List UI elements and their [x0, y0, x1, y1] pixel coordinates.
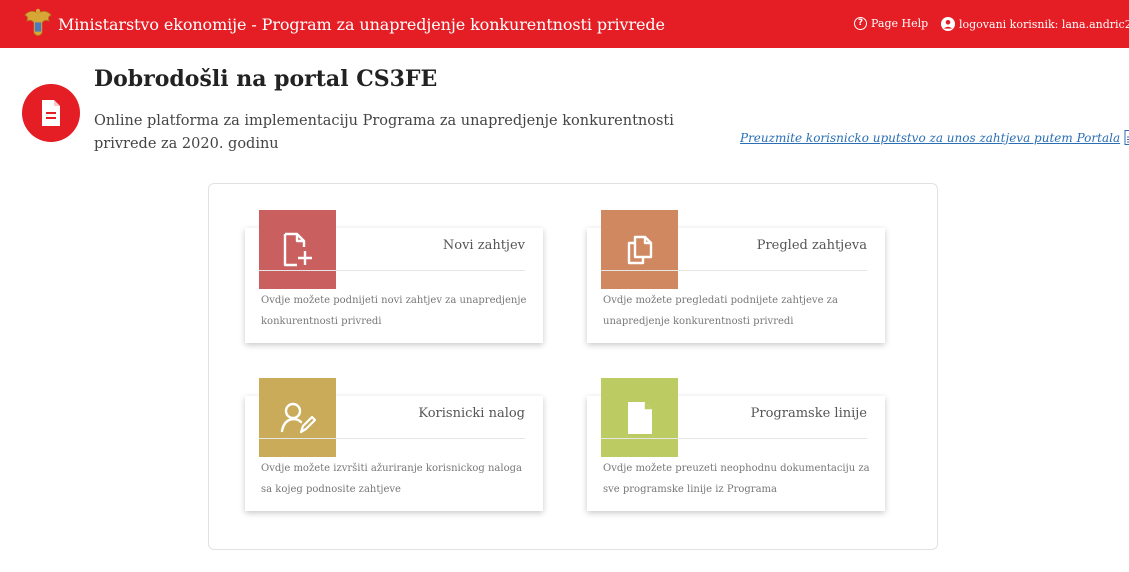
card-title: Programske linije — [750, 406, 867, 421]
card-divider — [259, 438, 525, 439]
documents-icon — [627, 235, 652, 264]
page-help-button[interactable]: ? Page Help — [854, 17, 928, 30]
page-help-label: Page Help — [871, 17, 929, 30]
card-icon-tile — [259, 210, 336, 289]
card-pregled-zahtjeva[interactable]: Pregled zahtjeva Ovdje možete pregledati… — [587, 210, 885, 343]
card-description: Ovdje možete izvršiti ažuriranje korisni… — [261, 463, 522, 495]
card-description: Ovdje možete pregledati podnijete zahtje… — [603, 295, 838, 327]
card-icon-tile — [259, 378, 336, 457]
file-icon — [627, 401, 652, 434]
card-divider — [259, 270, 525, 271]
card-description: Ovdje možete preuzeti neophodnu dokument… — [603, 463, 870, 495]
card-title: Pregled zahtjeva — [756, 238, 867, 253]
card-icon-tile — [601, 210, 678, 289]
help-icon: ? — [854, 17, 867, 30]
card-title: Novi zahtjev — [442, 238, 525, 253]
card-divider — [601, 270, 867, 271]
user-icon — [941, 17, 955, 31]
card-divider — [601, 438, 867, 439]
page-title: Dobrodošli na portal CS3FE — [94, 66, 438, 92]
document-icon — [42, 100, 60, 126]
new-document-icon — [283, 232, 312, 266]
app-title: Ministarstvo ekonomije - Program za unap… — [58, 15, 665, 34]
card-novi-zahtjev[interactable]: Novi zahtjev Ovdje možete podnijeti novi… — [245, 210, 543, 343]
card-korisnicki-nalog[interactable]: Korisnicki nalog Ovdje možete izvršiti a… — [245, 378, 543, 511]
card-programske-linije[interactable]: Programske linije Ovdje možete preuzeti … — [587, 378, 885, 511]
user-label: logovani korisnik: lana.andric2 — [959, 17, 1129, 31]
portal-document-icon — [22, 84, 80, 142]
card-description: Ovdje možete podnijeti novi zahtjev za u… — [261, 295, 527, 327]
document-small-icon — [1124, 130, 1129, 145]
download-manual-link[interactable]: Preuzmite korisnicko uputstvo za unos za… — [740, 130, 1129, 145]
cards-panel: Novi zahtjev Ovdje možete podnijeti novi… — [208, 183, 938, 550]
user-edit-icon — [280, 402, 316, 433]
page-subtitle: Online platforma za implementaciju Progr… — [94, 113, 674, 152]
user-menu[interactable]: logovani korisnik: lana.andric2 — [941, 17, 1129, 31]
coat-of-arms-icon[interactable] — [22, 7, 54, 41]
download-manual-label: Preuzmite korisnicko uputstvo za unos za… — [740, 130, 1121, 145]
card-title: Korisnicki nalog — [418, 406, 525, 421]
card-icon-tile — [601, 378, 678, 457]
top-bar: Ministarstvo ekonomije - Program za unap… — [0, 0, 1129, 48]
